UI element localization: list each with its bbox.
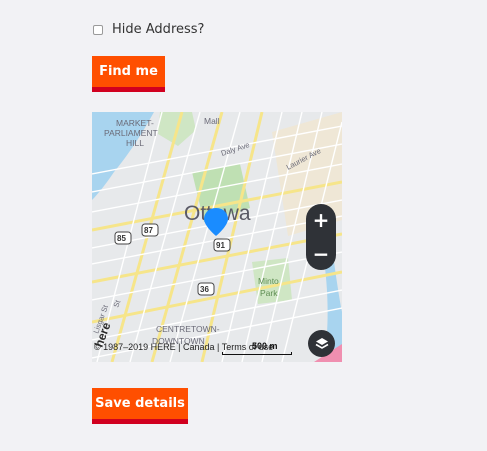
park-label: Mall — [204, 116, 220, 126]
hide-address-label: Hide Address? — [112, 22, 205, 37]
scale-label: 500 m — [252, 341, 278, 351]
route-shield: 87 — [144, 226, 153, 235]
district-label: MARKET- — [116, 118, 154, 128]
map-copyright: © 1987–2019 HERE | Canada | Terms of use — [94, 342, 274, 352]
zoom-out-button[interactable]: − — [313, 244, 330, 264]
hide-address-row: Hide Address? — [93, 22, 204, 37]
route-shield: 36 — [200, 285, 209, 294]
map-tiles: MARKET- PARLIAMENT HILL CENTRETOWN- DOWN… — [92, 112, 342, 362]
save-details-button[interactable]: Save details — [92, 388, 188, 424]
district-label: CENTRETOWN- — [156, 324, 220, 334]
district-label: PARLIAMENT — [104, 128, 158, 138]
layers-icon — [315, 337, 328, 349]
route-shield: 91 — [216, 241, 225, 250]
scale-bar — [222, 352, 292, 355]
route-shield: 85 — [117, 234, 126, 243]
map-view[interactable]: MARKET- PARLIAMENT HILL CENTRETOWN- DOWN… — [92, 112, 342, 362]
park-label: Minto — [258, 276, 279, 286]
zoom-in-button[interactable]: + — [313, 210, 330, 230]
park-label: Park — [260, 288, 278, 298]
layers-button[interactable] — [308, 330, 335, 357]
hide-address-checkbox[interactable] — [93, 24, 103, 35]
zoom-control: + − — [306, 204, 336, 270]
district-label: HILL — [126, 138, 144, 148]
find-me-button[interactable]: Find me — [92, 56, 165, 92]
